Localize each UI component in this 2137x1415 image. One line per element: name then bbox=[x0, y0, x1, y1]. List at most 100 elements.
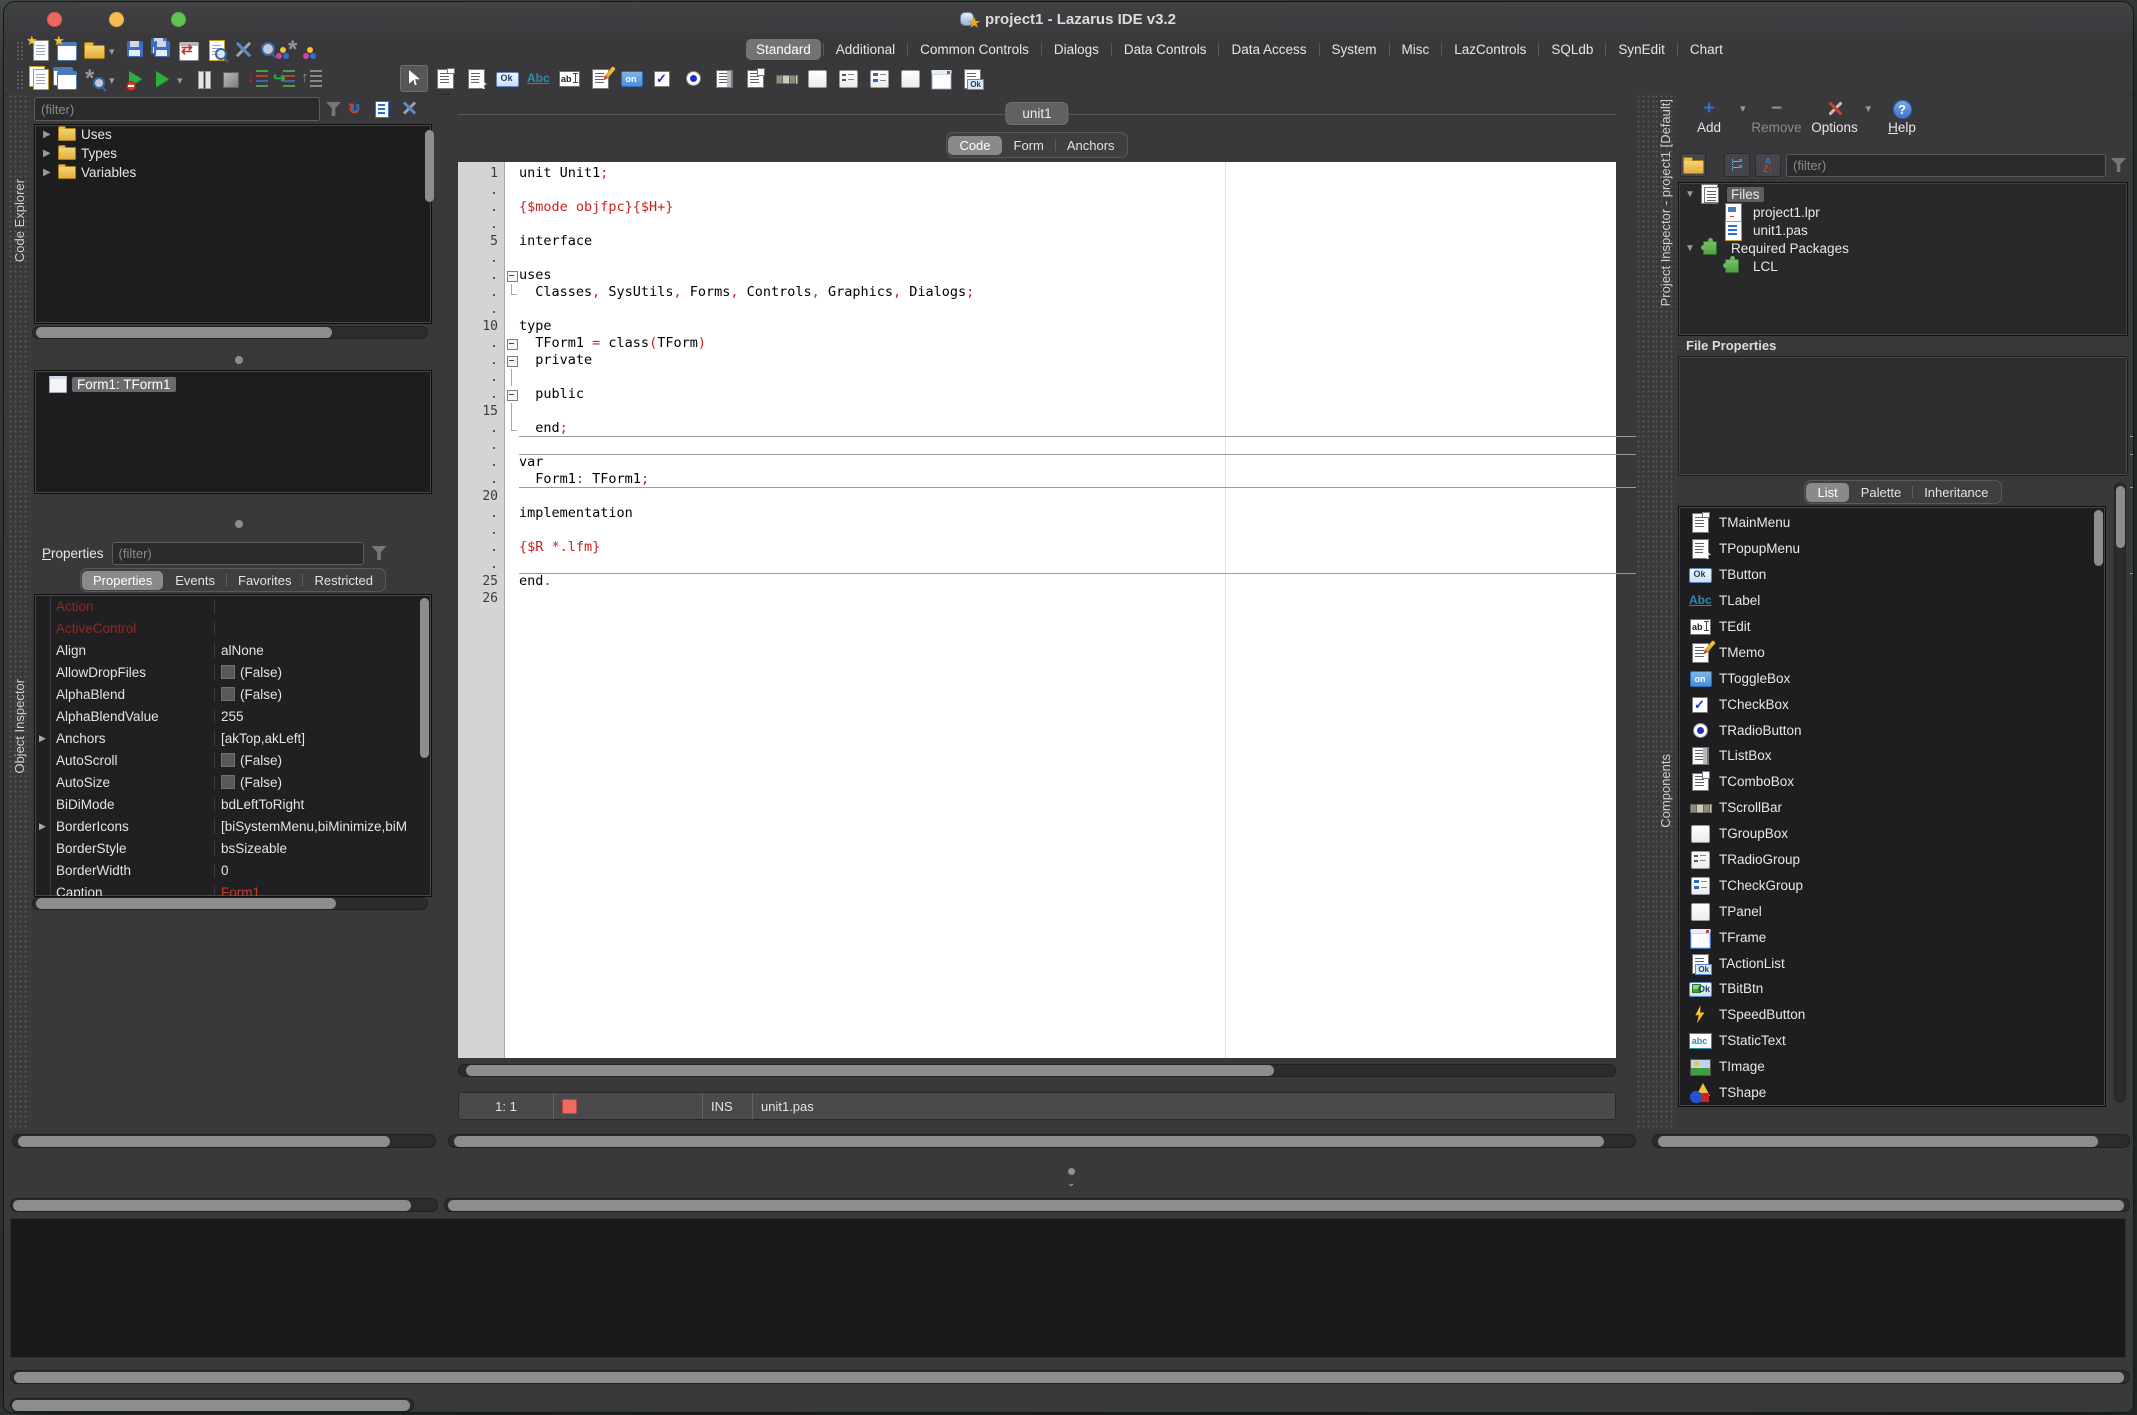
code-explorer-filter-input[interactable] bbox=[34, 97, 320, 121]
component-item-timage[interactable]: TImage bbox=[1689, 1054, 2105, 1080]
ide-tools-icon[interactable] bbox=[231, 38, 256, 62]
component-item-tlistbox[interactable]: TListBox bbox=[1689, 743, 2105, 769]
checkbox-icon[interactable] bbox=[221, 687, 235, 701]
palette-tab-chart[interactable]: Chart bbox=[1680, 39, 1733, 60]
fold-collapse-icon[interactable] bbox=[507, 356, 518, 367]
add-dropdown-arrow[interactable]: ▾ bbox=[1740, 102, 1746, 115]
expand-arrow-icon[interactable]: ▶ bbox=[35, 815, 51, 837]
chevron-down-icon[interactable]: ▼ bbox=[1685, 189, 1695, 200]
component-item-tmainmenu[interactable]: TMainMenu bbox=[1689, 510, 2105, 536]
palette-tactionlist-button[interactable]: Ok bbox=[958, 65, 986, 92]
component-item-tcheckbox[interactable]: ✓ TCheckBox bbox=[1689, 691, 2105, 717]
property-row-autoscroll[interactable]: AutoScroll (False) bbox=[35, 749, 431, 771]
property-value[interactable]: 0 bbox=[215, 863, 431, 878]
fold-gutter-cell[interactable] bbox=[506, 352, 518, 369]
palette-tcheckbox-button[interactable]: ✓ bbox=[648, 65, 676, 92]
editor-hscrollbar[interactable] bbox=[458, 1064, 1616, 1077]
property-row-borderwidth[interactable]: BorderWidth 0 bbox=[35, 859, 431, 881]
refresh-icon[interactable]: ↻ ↺ bbox=[347, 100, 367, 118]
palette-ttogglebox-button[interactable]: on bbox=[617, 65, 645, 92]
component-item-tbitbtn[interactable]: Ok TBitBtn bbox=[1689, 976, 2105, 1002]
property-grid-hscrollbar[interactable] bbox=[32, 897, 428, 910]
component-item-tradiobutton[interactable]: TRadioButton bbox=[1689, 717, 2105, 743]
components-tab-list[interactable]: List bbox=[1806, 482, 1849, 502]
property-row-alphablend[interactable]: AlphaBlend (False) bbox=[35, 683, 431, 705]
property-value[interactable]: (False) bbox=[215, 775, 431, 790]
project-tree-item-required-packages[interactable]: ▼ Required Packages bbox=[1679, 237, 2127, 257]
property-value[interactable]: (False) bbox=[215, 753, 431, 768]
project-tree-item-lcl[interactable]: LCL bbox=[1679, 255, 2127, 275]
palette-tab-common-controls[interactable]: Common Controls bbox=[910, 39, 1039, 60]
component-item-tcheckgroup[interactable]: TCheckGroup bbox=[1689, 872, 2105, 898]
run-without-debugging-icon[interactable] bbox=[123, 67, 148, 91]
expand-arrow-icon[interactable]: ▶ bbox=[35, 727, 51, 749]
component-item-tmemo[interactable]: TMemo bbox=[1689, 639, 2105, 665]
bottom-scrollbar-left[interactable] bbox=[12, 1134, 436, 1148]
inspector-tab-favorites[interactable]: Favorites bbox=[227, 571, 302, 590]
code-explorer-vscrollbar[interactable] bbox=[424, 128, 435, 318]
component-item-tgroupbox[interactable]: TGroupBox bbox=[1689, 821, 2105, 847]
sort-alpha-button[interactable]: A Z↓ bbox=[1755, 153, 1781, 177]
property-row-autosize[interactable]: AutoSize (False) bbox=[35, 771, 431, 793]
property-grid-vscrollbar[interactable] bbox=[419, 596, 430, 893]
component-item-tscrollbar[interactable]: TScrollBar bbox=[1689, 795, 2105, 821]
open-icon[interactable] bbox=[82, 38, 107, 62]
palette-tscrollbar-button[interactable] bbox=[772, 65, 800, 92]
palette-tedit-button[interactable]: ab bbox=[555, 65, 583, 92]
step-over-icon[interactable]: ↪ bbox=[272, 67, 297, 91]
step-into-icon[interactable]: ↓ bbox=[245, 67, 270, 91]
inspector-tab-events[interactable]: Events bbox=[164, 571, 226, 590]
component-item-tactionlist[interactable]: Ok TActionList bbox=[1689, 950, 2105, 976]
checkbox-icon[interactable] bbox=[221, 665, 235, 679]
fold-collapse-icon[interactable] bbox=[507, 390, 518, 401]
palette-tab-dialogs[interactable]: Dialogs bbox=[1044, 39, 1109, 60]
property-value[interactable]: bsSizeable bbox=[215, 841, 431, 856]
window-bottom-scrollbar[interactable] bbox=[10, 1398, 414, 1412]
bottom-splitter-handle[interactable] bbox=[1068, 1168, 1075, 1175]
property-row-align[interactable]: Align alNone bbox=[35, 639, 431, 661]
component-item-tstatictext[interactable]: abc TStaticText bbox=[1689, 1028, 2105, 1054]
property-value[interactable]: [akTop,akLeft] bbox=[215, 731, 431, 746]
property-value[interactable]: bdLeftToRight bbox=[215, 797, 431, 812]
palette-tframe-button[interactable] bbox=[927, 65, 955, 92]
project-tree-item-project1-lpr[interactable]: project1.lpr bbox=[1679, 202, 2127, 223]
property-row-bidimode[interactable]: BiDiMode bdLeftToRight bbox=[35, 793, 431, 815]
component-item-tpopupmenu[interactable]: TPopupMenu bbox=[1689, 536, 2105, 562]
dock-scrollbar-right[interactable] bbox=[444, 1198, 2130, 1212]
component-item-tlabel[interactable]: Abc TLabel bbox=[1689, 588, 2105, 614]
options-button[interactable]: Options bbox=[1808, 96, 1862, 135]
filter-icon[interactable] bbox=[2111, 158, 2126, 172]
component-item-tbutton[interactable]: Ok TButton bbox=[1689, 562, 2105, 588]
editor-tab-code[interactable]: Code bbox=[948, 135, 1002, 155]
code-explorer-item-variables[interactable]: ▶ Variables bbox=[35, 163, 431, 182]
new-form-icon[interactable]: ★ bbox=[53, 33, 80, 62]
toolbar-grip[interactable] bbox=[16, 70, 23, 90]
component-item-ttogglebox[interactable]: on TToggleBox bbox=[1689, 665, 2105, 691]
run-icon[interactable] bbox=[150, 67, 175, 91]
palette-tab-data-controls[interactable]: Data Controls bbox=[1114, 39, 1217, 60]
component-tree-item-form1[interactable]: Form1: TForm1 bbox=[35, 375, 431, 394]
dock-scrollbar-left[interactable] bbox=[10, 1198, 438, 1212]
property-value[interactable]: [biSystemMenu,biMinimize,biM bbox=[215, 819, 431, 834]
left-dock-handle[interactable]: Code Explorer Object Inspector bbox=[8, 94, 30, 1130]
palette-tab-standard[interactable]: Standard bbox=[746, 39, 821, 60]
save-all-icon[interactable] bbox=[150, 37, 175, 62]
property-value[interactable]: Form1 bbox=[215, 885, 431, 897]
palette-tcombobox-button[interactable] bbox=[741, 65, 769, 92]
palette-tlistbox-button[interactable] bbox=[710, 65, 738, 92]
view-units-icon[interactable] bbox=[204, 38, 229, 62]
editor-tab-unit1[interactable]: unit1 bbox=[1005, 102, 1069, 125]
property-row-caption[interactable]: Caption Form1 bbox=[35, 881, 431, 897]
show-forms-icon[interactable] bbox=[53, 66, 80, 91]
add-button[interactable]: + Add bbox=[1682, 96, 1736, 135]
property-value[interactable]: 255 bbox=[215, 709, 431, 724]
build-mode-dropdown-icon[interactable]: ▾ bbox=[109, 67, 121, 91]
tools-icon[interactable] bbox=[399, 100, 419, 118]
property-row-bordericons[interactable]: ▶ BorderIcons [biSystemMenu,biMinimize,biM bbox=[35, 815, 431, 837]
run-dropdown-icon[interactable]: ▾ bbox=[177, 67, 189, 91]
code-explorer-hscrollbar[interactable] bbox=[32, 326, 428, 339]
components-tab-palette[interactable]: Palette bbox=[1850, 483, 1912, 502]
right-dock-handle[interactable]: Project Inspector - project1 [Default] C… bbox=[1654, 94, 1676, 1130]
object-inspector-filter-input[interactable] bbox=[111, 541, 364, 565]
project-inspector-filter-input[interactable] bbox=[1786, 153, 2106, 177]
